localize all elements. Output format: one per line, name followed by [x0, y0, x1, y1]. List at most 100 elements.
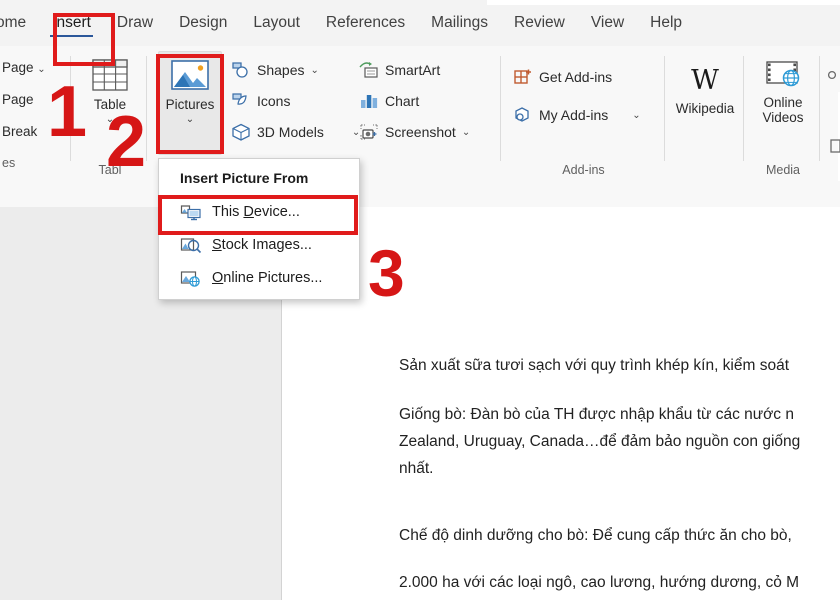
document-canvas: Sản xuất sữa tươi sạch với quy trình khé…	[0, 207, 840, 600]
group-divider	[664, 56, 665, 161]
icons-icon	[231, 92, 251, 110]
tab-view[interactable]: View	[578, 0, 637, 46]
pictures-icon	[169, 58, 211, 92]
document-page[interactable]: Sản xuất sữa tươi sạch với quy trình khé…	[281, 207, 840, 600]
clipped-right-button[interactable]	[828, 68, 840, 82]
my-addins-button[interactable]: My Add-ins ⌄	[513, 106, 641, 124]
ribbon-tabs: ome Insert Draw Design Layout References…	[0, 0, 695, 46]
chart-icon	[359, 92, 379, 110]
wikipedia-icon: W	[685, 64, 725, 96]
document-paragraph: Chế độ dinh dưỡng cho bò: Để cung cấp th…	[399, 522, 792, 549]
chevron-down-icon: ⌄	[37, 64, 45, 75]
group-divider	[743, 56, 744, 161]
clipped-right-button-2[interactable]	[830, 138, 840, 154]
chevron-down-icon: ⌄	[632, 110, 640, 121]
document-paragraph: Zealand, Uruguay, Canada…để đảm bảo nguồ…	[399, 428, 800, 455]
smartart-label: SmartArt	[385, 62, 440, 78]
get-addins-button[interactable]: Get Add-ins	[513, 68, 612, 86]
this-device-icon	[180, 203, 202, 221]
tab-references[interactable]: References	[313, 0, 418, 46]
ribbon-group-pages: Page ⌄ Page Break es	[0, 46, 72, 181]
ribbon-group-wikipedia: W Wikipedia	[666, 46, 745, 181]
ruler-band: 12345678	[0, 181, 840, 207]
tab-home[interactable]: ome	[0, 0, 39, 46]
table-button-label: Table	[94, 97, 126, 112]
document-paragraph: nhất.	[399, 455, 433, 482]
tab-draw[interactable]: Draw	[104, 0, 166, 46]
menu-item-this-device-label: This Device...	[212, 204, 300, 220]
stock-images-icon	[180, 236, 202, 254]
tab-references-label: References	[326, 14, 405, 32]
pictures-button-label: Pictures	[166, 97, 215, 112]
online-pictures-icon	[180, 269, 202, 287]
tab-layout[interactable]: Layout	[240, 0, 313, 46]
tab-design[interactable]: Design	[166, 0, 240, 46]
tab-insert[interactable]: Insert	[39, 0, 104, 46]
my-addins-icon	[513, 106, 533, 124]
ribbon-body: Page ⌄ Page Break es	[0, 46, 840, 182]
tab-insert-label: Insert	[52, 14, 91, 32]
3d-models-label: 3D Models	[257, 124, 324, 140]
tab-help[interactable]: Help	[637, 0, 695, 46]
screenshot-icon	[359, 123, 379, 141]
menu-header: Insert Picture From	[159, 162, 359, 195]
chart-label: Chart	[385, 93, 419, 109]
icons-button[interactable]: Icons	[231, 92, 290, 110]
document-paragraph: Sản xuất sữa tươi sạch với quy trình khé…	[399, 352, 789, 379]
tab-view-label: View	[591, 14, 624, 32]
icons-label: Icons	[257, 93, 290, 109]
svg-text:W: W	[691, 65, 719, 96]
page-break-label: Break	[2, 124, 37, 139]
media-group-label: Media	[745, 163, 821, 177]
page-break-button[interactable]: Break	[2, 124, 37, 139]
chart-button[interactable]: Chart	[359, 92, 419, 110]
wikipedia-button[interactable]: W Wikipedia	[674, 58, 736, 116]
insert-picture-dropdown-menu: Insert Picture From This Device...	[158, 158, 360, 300]
tab-layout-label: Layout	[253, 14, 300, 32]
tables-group-label: Tabl	[72, 163, 148, 177]
shapes-icon	[231, 61, 251, 79]
online-videos-button[interactable]: Online Videos	[751, 52, 815, 125]
online-videos-label-line2: Videos	[762, 110, 803, 125]
smartart-icon	[359, 61, 379, 79]
partial-icon	[828, 68, 840, 82]
tab-design-label: Design	[179, 14, 227, 32]
addins-group-label: Add-ins	[501, 163, 666, 177]
tab-home-label: ome	[0, 14, 26, 32]
chevron-down-icon: ⌄	[462, 127, 470, 138]
3d-models-button[interactable]: 3D Models ⌄	[231, 123, 360, 141]
menu-item-online-pictures-label: Online Pictures...	[212, 270, 322, 286]
get-addins-label: Get Add-ins	[539, 69, 612, 85]
menu-item-online-pictures[interactable]: Online Pictures...	[159, 261, 359, 294]
pages-group-label: es	[2, 156, 15, 170]
ribbon-group-tables: Table ⌄ Tabl	[72, 46, 148, 181]
partial-icon-2	[830, 138, 840, 154]
shapes-button[interactable]: Shapes ⌄	[231, 61, 319, 79]
menu-item-stock-images[interactable]: Stock Images...	[159, 228, 359, 261]
get-addins-icon	[513, 68, 533, 86]
tab-review[interactable]: Review	[501, 0, 578, 46]
shapes-label: Shapes	[257, 62, 304, 78]
my-addins-label: My Add-ins	[539, 107, 608, 123]
tab-mailings[interactable]: Mailings	[418, 0, 501, 46]
cover-page-button[interactable]: Page ⌄	[2, 60, 46, 75]
ribbon-group-media: Online Videos Media	[745, 46, 821, 181]
smartart-button[interactable]: SmartArt	[359, 61, 440, 79]
group-divider	[146, 56, 147, 161]
ribbon-tab-strip: ome Insert Draw Design Layout References…	[0, 0, 840, 47]
cube-3d-icon	[231, 123, 251, 141]
group-divider	[819, 56, 820, 161]
menu-item-stock-images-label: Stock Images...	[212, 237, 312, 253]
blank-page-button[interactable]: Page	[2, 92, 34, 107]
online-videos-label-line1: Online	[763, 95, 802, 110]
table-button[interactable]: Table ⌄	[79, 52, 141, 125]
chevron-down-icon: ⌄	[186, 114, 194, 125]
blank-page-label: Page	[2, 92, 34, 107]
screenshot-label: Screenshot	[385, 124, 456, 140]
ribbon-group-addins: Get Add-ins My Add-ins ⌄ Add-ins	[501, 46, 666, 181]
screenshot-button[interactable]: Screenshot ⌄	[359, 123, 470, 141]
pictures-button[interactable]: Pictures ⌄	[158, 51, 222, 155]
menu-item-this-device[interactable]: This Device...	[159, 195, 359, 228]
document-paragraph: Giống bò: Đàn bò của TH được nhập khẩu t…	[399, 401, 794, 428]
word-application-window: ome Insert Draw Design Layout References…	[0, 0, 840, 600]
